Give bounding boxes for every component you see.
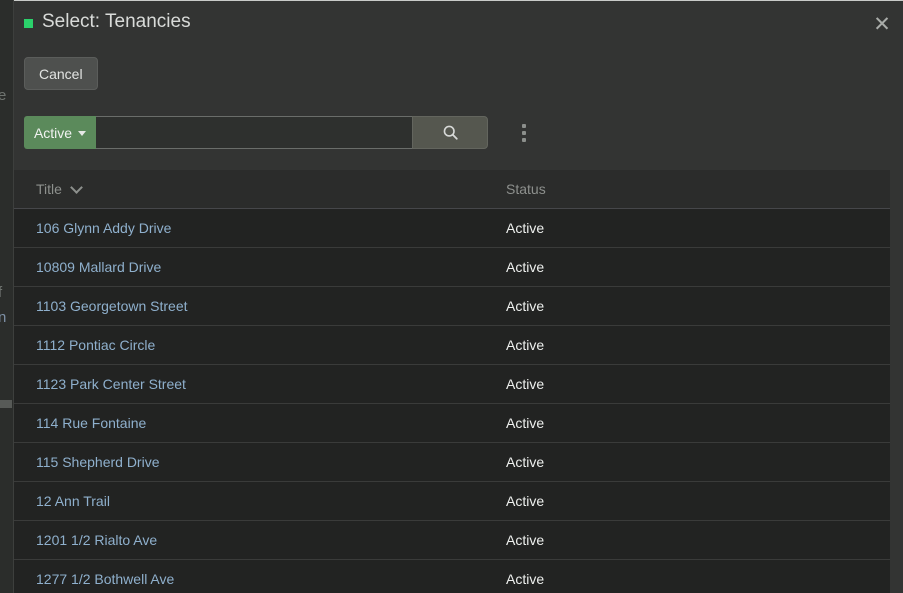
tenancy-link[interactable]: 12 Ann Trail xyxy=(36,493,110,509)
background-text-fragment: e xyxy=(0,87,7,104)
background-page: e f n xyxy=(0,0,14,593)
kebab-menu-icon[interactable] xyxy=(509,118,539,148)
table-row[interactable]: 106 Glynn Addy Drive Active xyxy=(14,208,890,248)
tenancy-link[interactable]: 10809 Mallard Drive xyxy=(36,259,161,275)
status-dot-icon xyxy=(24,18,33,28)
table-cell-status: Active xyxy=(484,286,890,326)
table-body: 106 Glynn Addy Drive Active 10809 Mallard … xyxy=(14,208,890,593)
select-tenancies-modal: Select: Tenancies ✕ Cancel Active Title … xyxy=(14,0,903,593)
tenancy-link[interactable]: 115 Shepherd Drive xyxy=(36,454,159,470)
background-scrollbar-nub[interactable] xyxy=(0,400,12,408)
page-root: e f n Select: Tenancies ✕ Cancel Active xyxy=(0,0,903,593)
table-cell-title: 106 Glynn Addy Drive xyxy=(14,208,484,248)
tenancies-table-container: Title Status 106 Glynn Addy Drive Active 1… xyxy=(14,170,890,593)
table-cell-title: 1201 1/2 Rialto Ave xyxy=(14,520,484,560)
table-cell-title: 12 Ann Trail xyxy=(14,481,484,521)
modal-header: Select: Tenancies ✕ xyxy=(14,0,903,48)
column-header-status-label: Status xyxy=(506,181,546,197)
table-row[interactable]: 1277 1/2 Bothwell Ave Active xyxy=(14,559,890,593)
tenancy-link[interactable]: 1201 1/2 Rialto Ave xyxy=(36,532,157,548)
tenancy-link[interactable]: 1112 Pontiac Circle xyxy=(36,337,155,353)
modal-title: Select: Tenancies xyxy=(24,11,191,33)
search-input[interactable] xyxy=(96,116,412,149)
table-header-row: Title Status xyxy=(14,170,890,209)
table-cell-title: 114 Rue Fontaine xyxy=(14,403,484,443)
close-icon[interactable]: ✕ xyxy=(868,10,896,38)
table-cell-status: Active xyxy=(484,208,890,248)
kebab-dot xyxy=(522,138,526,142)
table-cell-title: 1103 Georgetown Street xyxy=(14,286,484,326)
status-filter-label: Active xyxy=(33,124,73,141)
background-text-fragment: n xyxy=(0,309,7,326)
table-cell-title: 115 Shepherd Drive xyxy=(14,442,484,482)
table-cell-status: Active xyxy=(484,325,890,365)
kebab-dot xyxy=(522,131,526,135)
table-cell-title: 1277 1/2 Bothwell Ave xyxy=(14,559,484,593)
background-text-fragment: f xyxy=(0,284,3,301)
table-cell-status: Active xyxy=(484,364,890,404)
chevron-down-icon xyxy=(78,131,87,136)
tenancies-table: Title Status 106 Glynn Addy Drive Active 1… xyxy=(14,170,890,593)
table-row[interactable]: 114 Rue Fontaine Active xyxy=(14,403,890,443)
search-toolbar: Active xyxy=(24,116,488,149)
table-header: Title Status xyxy=(14,170,890,209)
tenancy-link[interactable]: 1123 Park Center Street xyxy=(36,376,186,392)
search-button[interactable] xyxy=(412,116,488,149)
tenancy-link[interactable]: 1277 1/2 Bothwell Ave xyxy=(36,571,174,587)
table-cell-status: Active xyxy=(484,481,890,521)
chevron-down-icon xyxy=(69,181,83,194)
table-row[interactable]: 115 Shepherd Drive Active xyxy=(14,442,890,482)
tenancy-link[interactable]: 106 Glynn Addy Drive xyxy=(36,220,171,236)
table-cell-title: 1123 Park Center Street xyxy=(14,364,484,404)
column-header-title-label: Title xyxy=(36,181,62,197)
status-filter-dropdown[interactable]: Active xyxy=(24,116,96,149)
table-row[interactable]: 1103 Georgetown Street Active xyxy=(14,286,890,326)
search-icon xyxy=(443,125,458,140)
cancel-button[interactable]: Cancel xyxy=(24,57,98,90)
tenancy-link[interactable]: 1103 Georgetown Street xyxy=(36,298,188,314)
column-header-status[interactable]: Status xyxy=(484,170,890,209)
kebab-dot xyxy=(522,124,526,128)
table-cell-status: Active xyxy=(484,520,890,560)
table-row[interactable]: 1112 Pontiac Circle Active xyxy=(14,325,890,365)
table-row[interactable]: 1201 1/2 Rialto Ave Active xyxy=(14,520,890,560)
table-cell-title: 1112 Pontiac Circle xyxy=(14,325,484,365)
table-cell-status: Active xyxy=(484,559,890,593)
table-cell-status: Active xyxy=(484,442,890,482)
modal-title-text: Select: Tenancies xyxy=(42,11,191,32)
column-header-title[interactable]: Title xyxy=(14,170,484,209)
table-row[interactable]: 12 Ann Trail Active xyxy=(14,481,890,521)
table-cell-status: Active xyxy=(484,403,890,443)
table-cell-title: 10809 Mallard Drive xyxy=(14,247,484,287)
table-cell-status: Active xyxy=(484,247,890,287)
table-row[interactable]: 10809 Mallard Drive Active xyxy=(14,247,890,287)
tenancy-link[interactable]: 114 Rue Fontaine xyxy=(36,415,146,431)
table-row[interactable]: 1123 Park Center Street Active xyxy=(14,364,890,404)
